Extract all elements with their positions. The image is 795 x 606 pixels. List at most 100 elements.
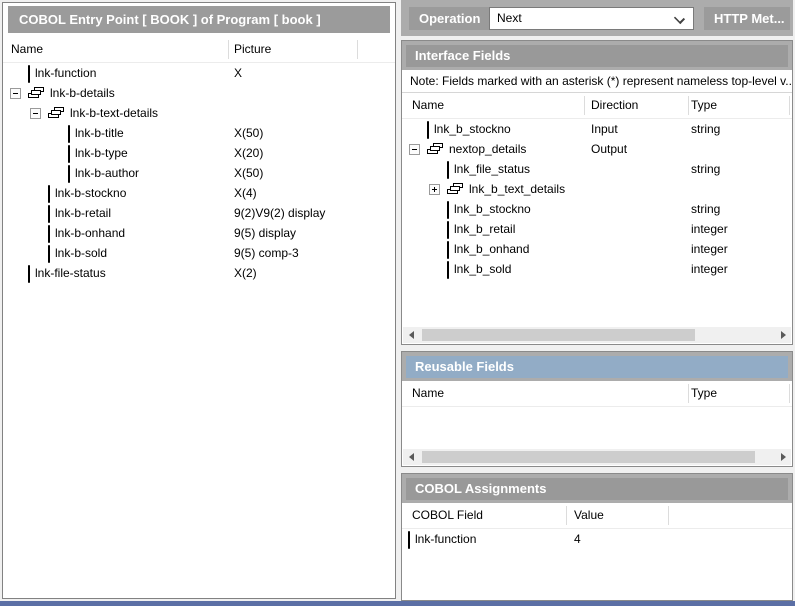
column-divider[interactable] <box>789 384 790 403</box>
column-header-row: Name Picture <box>3 37 395 63</box>
panel-title: COBOL Entry Point [ BOOK ] of Program [ … <box>8 6 390 33</box>
column-header-value[interactable]: Value <box>574 508 604 522</box>
field-icon <box>68 146 70 160</box>
group-icon <box>48 107 65 119</box>
column-divider[interactable] <box>228 40 229 59</box>
column-header-cobol-field[interactable]: COBOL Field <box>412 508 483 522</box>
column-divider[interactable] <box>566 506 567 525</box>
column-divider[interactable] <box>688 384 689 403</box>
bottom-accent-bar <box>0 601 795 606</box>
column-header-type[interactable]: Type <box>691 98 717 112</box>
operation-toolbar: Operation Next HTTP Met... <box>401 0 793 36</box>
field-icon <box>68 126 70 140</box>
operation-selected-value: Next <box>497 11 522 25</box>
tree-row[interactable]: lnk_b_stockno string <box>402 199 792 219</box>
tree-row[interactable]: lnk-b-sold 9(5) comp-3 <box>3 243 395 263</box>
field-icon <box>28 66 30 80</box>
app-window: COBOL Entry Point [ BOOK ] of Program [ … <box>0 0 795 606</box>
column-header-name[interactable]: Name <box>11 42 43 56</box>
row-name: lnk-b-onhand <box>55 226 125 240</box>
tree-row[interactable]: lnk-b-stockno X(4) <box>3 183 395 203</box>
field-icon <box>427 122 429 136</box>
expander-icon[interactable] <box>30 108 41 119</box>
row-type: integer <box>691 262 728 276</box>
scroll-right-button[interactable] <box>775 449 791 465</box>
row-picture: X(4) <box>234 186 257 200</box>
field-icon <box>447 242 449 256</box>
field-icon <box>408 532 410 546</box>
section-title: Interface Fields <box>406 45 788 67</box>
column-divider[interactable] <box>688 96 689 115</box>
row-name: lnk_b_stockno <box>434 122 511 136</box>
horizontal-scrollbar[interactable] <box>403 327 791 343</box>
expander-icon[interactable] <box>10 88 21 99</box>
column-divider[interactable] <box>584 96 585 115</box>
scroll-left-button[interactable] <box>403 327 419 343</box>
tree-row[interactable]: lnk_b_sold integer <box>402 259 792 279</box>
horizontal-scrollbar[interactable] <box>403 449 791 465</box>
row-cobol-field: lnk-function <box>415 532 476 546</box>
assignment-row[interactable]: lnk-function 4 <box>402 529 792 549</box>
operation-detail-panel: Operation Next HTTP Met... Interface Fie… <box>401 0 793 601</box>
column-header-name[interactable]: Name <box>412 386 444 400</box>
column-header-direction[interactable]: Direction <box>591 98 638 112</box>
tree-row[interactable]: nextop_details Output <box>402 139 792 159</box>
column-header-type[interactable]: Type <box>691 386 717 400</box>
row-value: 4 <box>574 532 581 546</box>
row-direction: Input <box>591 122 618 136</box>
interface-fields-section: Interface Fields Note: Fields marked wit… <box>401 40 793 345</box>
tree-row[interactable]: lnk-b-details <box>3 83 395 103</box>
row-picture: X <box>234 66 242 80</box>
operation-select[interactable]: Next <box>489 7 694 30</box>
column-header-row: Name Type <box>402 381 792 407</box>
row-name: lnk-b-sold <box>55 246 107 260</box>
row-picture: X(20) <box>234 146 263 160</box>
column-header-name[interactable]: Name <box>412 98 444 112</box>
row-type: string <box>691 162 720 176</box>
row-name: lnk-b-retail <box>55 206 111 220</box>
section-title: Reusable Fields <box>406 356 788 378</box>
tree-row[interactable]: lnk_b_retail integer <box>402 219 792 239</box>
expander-icon[interactable] <box>409 144 420 155</box>
tree-row[interactable]: lnk-file-status X(2) <box>3 263 395 283</box>
row-name: lnk_b_stockno <box>454 202 531 216</box>
scroll-left-button[interactable] <box>403 449 419 465</box>
column-header-picture[interactable]: Picture <box>234 42 271 56</box>
group-icon <box>28 87 45 99</box>
interface-fields-tree: lnk_b_stockno Input string nextop_detail… <box>402 119 792 279</box>
tree-row[interactable]: lnk_b_stockno Input string <box>402 119 792 139</box>
column-divider[interactable] <box>357 40 358 59</box>
row-name: lnk-b-stockno <box>55 186 126 200</box>
row-name: nextop_details <box>449 142 526 156</box>
row-name: lnk_b_sold <box>454 262 511 276</box>
row-name: lnk-function <box>35 66 96 80</box>
row-name: lnk-b-type <box>75 146 128 160</box>
row-picture: X(50) <box>234 126 263 140</box>
column-divider[interactable] <box>789 96 790 115</box>
field-icon <box>28 266 30 280</box>
tree-row[interactable]: lnk-b-title X(50) <box>3 123 395 143</box>
row-name: lnk-file-status <box>35 266 106 280</box>
tree-row[interactable]: lnk-function X <box>3 63 395 83</box>
expander-icon[interactable] <box>429 184 440 195</box>
cobol-tree: lnk-function X lnk-b-details lnk-b-text-… <box>3 63 395 283</box>
scrollbar-thumb[interactable] <box>422 451 755 463</box>
tree-row[interactable]: lnk-b-author X(50) <box>3 163 395 183</box>
column-divider[interactable] <box>668 506 669 525</box>
tree-row[interactable]: lnk-b-retail 9(2)V9(2) display <box>3 203 395 223</box>
scrollbar-thumb[interactable] <box>422 329 695 341</box>
tree-row[interactable]: lnk_b_onhand integer <box>402 239 792 259</box>
row-picture: X(2) <box>234 266 257 280</box>
group-icon <box>447 183 464 195</box>
tree-row[interactable]: lnk-b-type X(20) <box>3 143 395 163</box>
tree-row[interactable]: lnk_b_text_details <box>402 179 792 199</box>
section-title: COBOL Assignments <box>406 478 788 500</box>
row-type: integer <box>691 242 728 256</box>
row-type: string <box>691 202 720 216</box>
row-picture: 9(5) display <box>234 226 296 240</box>
tree-row[interactable]: lnk-b-text-details <box>3 103 395 123</box>
tree-row[interactable]: lnk_file_status string <box>402 159 792 179</box>
scroll-right-button[interactable] <box>775 327 791 343</box>
tree-row[interactable]: lnk-b-onhand 9(5) display <box>3 223 395 243</box>
cobol-entry-point-panel: COBOL Entry Point [ BOOK ] of Program [ … <box>2 2 396 599</box>
